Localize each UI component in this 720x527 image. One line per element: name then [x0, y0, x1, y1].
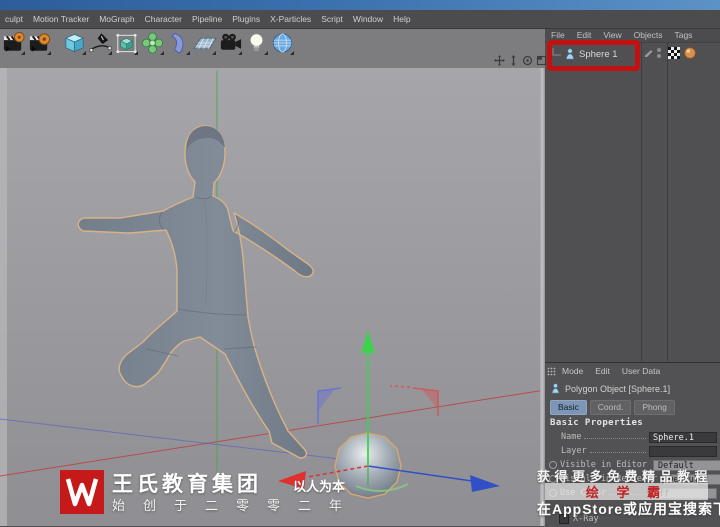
menu-item-mograph[interactable]: MoGraph — [94, 14, 139, 24]
am-menu-edit[interactable]: Edit — [589, 366, 616, 376]
om-column-divider — [641, 42, 642, 362]
om-menu-view[interactable]: View — [597, 30, 627, 40]
figure-object-icon — [551, 383, 560, 394]
om-menu-file[interactable]: File — [545, 30, 571, 40]
pencil-icon[interactable] — [644, 48, 654, 58]
sky-icon[interactable] — [270, 30, 295, 56]
tab-basic[interactable]: Basic — [550, 400, 587, 415]
editor-visibility-dot[interactable] — [657, 48, 661, 52]
pan-icon[interactable] — [494, 55, 505, 66]
company-name-watermark: 王氏教育集团 — [112, 473, 262, 496]
right-panel: File Edit View Objects Tags Sphere 1 Mod… — [545, 28, 720, 527]
cinema4d-window: { "menubar": { "items": ["culpt", "Motio… — [0, 0, 720, 527]
uvw-tag-icon[interactable] — [668, 47, 680, 59]
menu-item-character[interactable]: Character — [140, 14, 187, 24]
viewport-canvas[interactable] — [0, 0, 545, 526]
object-manager-tree[interactable]: Sphere 1 — [545, 42, 720, 363]
menu-item-script[interactable]: Script — [316, 14, 348, 24]
deformer-icon[interactable] — [166, 30, 191, 56]
menu-item-pipeline[interactable]: Pipeline — [187, 14, 227, 24]
attribute-tabs: Basic Coord. Phong — [550, 400, 675, 415]
camera-icon[interactable] — [218, 30, 243, 56]
subdivision-surface-icon[interactable] — [114, 30, 139, 56]
company-logo — [60, 470, 104, 514]
section-title: Basic Properties — [550, 418, 644, 428]
light-icon[interactable] — [244, 30, 269, 56]
om-menu-edit[interactable]: Edit — [571, 30, 598, 40]
viewport-nav-bar — [494, 55, 547, 66]
mograph-cloner-icon[interactable] — [140, 30, 165, 56]
menu-item-window[interactable]: Window — [348, 14, 388, 24]
main-menubar: culpt Motion Tracker MoGraph Character P… — [0, 10, 720, 29]
company-subtitle-watermark: 始创于二零零二年 — [112, 498, 361, 513]
main-toolbar — [0, 28, 545, 68]
am-menu-mode[interactable]: Mode — [556, 366, 589, 376]
render-view-icon[interactable] — [1, 30, 26, 56]
tab-coord[interactable]: Coord. — [589, 400, 632, 415]
dolly-icon[interactable] — [508, 55, 519, 66]
spline-pen-icon[interactable] — [88, 30, 113, 56]
attribute-menubar: Mode Edit User Data — [547, 366, 666, 376]
property-row-layer: Layer — [549, 445, 717, 457]
viewport-background — [0, 68, 545, 526]
floor-environment-icon[interactable] — [192, 30, 217, 56]
attribute-object-title: Polygon Object [Sphere.1] — [550, 383, 670, 394]
rotate-icon[interactable] — [522, 55, 533, 66]
phong-tag-icon[interactable] — [684, 47, 696, 59]
object-tags — [668, 47, 696, 59]
object-visibility-column — [644, 48, 661, 58]
name-input[interactable]: Sphere.1 — [649, 431, 717, 443]
annotation-highlight-box — [547, 40, 640, 71]
render-visibility-dot[interactable] — [657, 54, 661, 58]
render-settings-icon[interactable] — [27, 30, 52, 56]
menu-item-sculpt[interactable]: culpt — [0, 14, 28, 24]
tab-phong[interactable]: Phong — [634, 400, 675, 415]
promo-watermark-line3: 在AppStore或应用宝搜索下载 — [537, 501, 720, 517]
promo-watermark-band: 绘 学 霸 — [545, 483, 708, 500]
om-menu-objects[interactable]: Objects — [628, 30, 669, 40]
menu-item-x-particles[interactable]: X-Particles — [265, 14, 316, 24]
om-column-divider — [667, 42, 668, 362]
menu-item-motion-tracker[interactable]: Motion Tracker — [28, 14, 94, 24]
menu-item-plugins[interactable]: Plugins — [227, 14, 265, 24]
menu-item-help[interactable]: Help — [388, 14, 415, 24]
company-slogan-watermark: 以人为本 — [293, 479, 346, 494]
am-menu-user-data[interactable]: User Data — [616, 366, 666, 376]
property-row-name: Name Sphere.1 — [549, 431, 717, 443]
mode-grid-icon[interactable] — [547, 367, 556, 376]
left-palette-edge — [0, 68, 7, 526]
cube-primitive-icon[interactable] — [62, 30, 87, 56]
layer-input[interactable] — [649, 445, 717, 457]
om-menu-tags[interactable]: Tags — [668, 30, 698, 40]
toggle-view-icon[interactable] — [536, 55, 547, 66]
